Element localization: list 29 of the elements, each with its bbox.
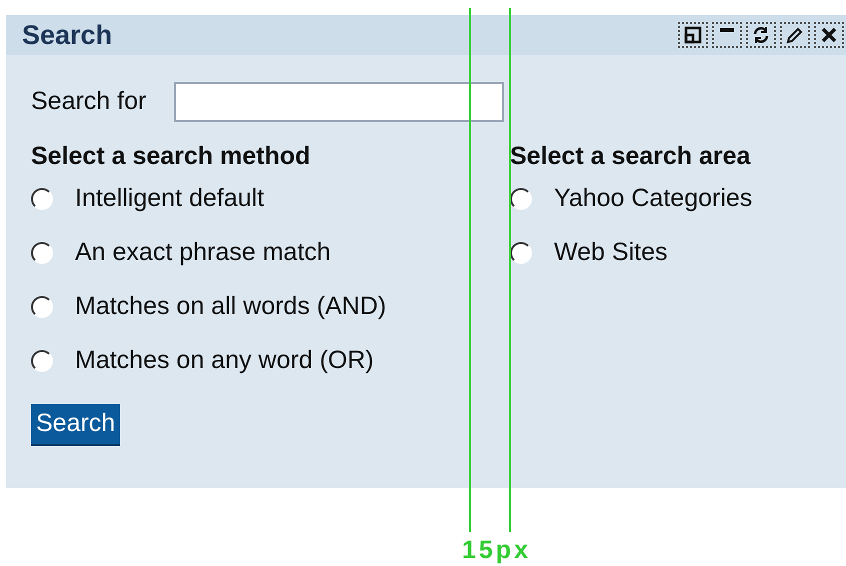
radio-button[interactable] bbox=[31, 296, 53, 318]
radio-button[interactable] bbox=[510, 188, 532, 210]
restore-button[interactable] bbox=[678, 22, 708, 48]
option-label: Matches on any word (OR) bbox=[75, 345, 374, 376]
close-icon bbox=[821, 27, 837, 43]
measurement-label: 15px bbox=[462, 535, 531, 566]
option-label: Web Sites bbox=[554, 237, 668, 268]
minimize-button[interactable] bbox=[712, 22, 742, 48]
pencil-icon bbox=[785, 25, 805, 45]
panel-title: Search bbox=[22, 18, 112, 52]
radio-button[interactable] bbox=[31, 242, 53, 264]
minimize-icon bbox=[719, 27, 735, 33]
option-label: An exact phrase match bbox=[75, 237, 331, 268]
option-label: Yahoo Categories bbox=[554, 183, 752, 214]
radio-button[interactable] bbox=[31, 188, 53, 210]
section-heading: Select a search method bbox=[31, 141, 312, 172]
refresh-button[interactable] bbox=[746, 22, 776, 48]
search-for-label: Search for bbox=[31, 86, 146, 118]
close-button[interactable] bbox=[814, 22, 844, 48]
edit-button[interactable] bbox=[780, 22, 810, 48]
option-label: Intelligent default bbox=[75, 183, 264, 214]
section-heading: Select a search area bbox=[510, 141, 752, 172]
search-field[interactable] bbox=[174, 82, 504, 122]
option-label: Matches on all words (AND) bbox=[75, 291, 386, 322]
search-button[interactable]: Search bbox=[31, 404, 120, 446]
restore-icon bbox=[684, 26, 702, 44]
radio-button[interactable] bbox=[510, 242, 532, 264]
refresh-icon bbox=[751, 25, 771, 45]
radio-button[interactable] bbox=[31, 350, 53, 372]
